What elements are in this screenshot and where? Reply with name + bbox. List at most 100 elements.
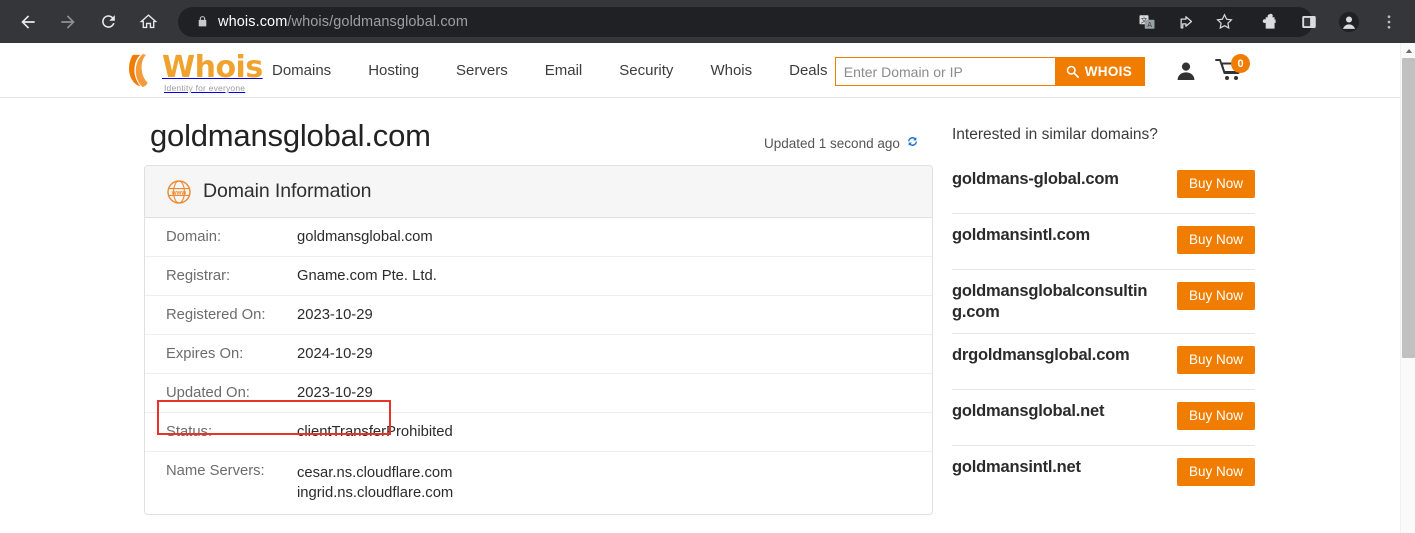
profile-button[interactable] <box>1334 7 1364 37</box>
nav-item-whois[interactable]: Whois <box>710 62 752 79</box>
scrollbar-up-arrow[interactable] <box>1401 43 1415 58</box>
similar-domains-panel: Interested in similar domains? goldmans-… <box>952 126 1255 502</box>
whois-search-button[interactable]: WHOIS <box>1054 57 1145 86</box>
scrollbar-thumb[interactable] <box>1402 58 1415 358</box>
row-value: 2023-10-29 <box>297 307 373 323</box>
site-header: Whois Identity for everyone Domains Host… <box>0 43 1400 98</box>
nav-item-security[interactable]: Security <box>619 62 673 79</box>
similar-domain-name[interactable]: goldmansglobal.net <box>952 401 1152 422</box>
main-nav: Domains Hosting Servers Email Security W… <box>272 43 864 98</box>
arrow-right-icon <box>61 14 75 29</box>
updated-status-text: Updated 1 second ago <box>764 135 900 151</box>
card-title: Domain Information <box>203 180 372 202</box>
arrow-left-icon <box>21 14 35 29</box>
similar-domain-name[interactable]: goldmansintl.com <box>952 225 1152 246</box>
card-header: www Domain Information <box>145 166 932 218</box>
similar-domain-name[interactable]: goldmansintl.net <box>952 457 1152 478</box>
url-host: whois.com <box>218 13 288 30</box>
buy-now-button[interactable]: Buy Now <box>1176 458 1255 486</box>
home-icon <box>139 14 157 29</box>
list-item: goldmansintl.com Buy Now <box>952 214 1255 270</box>
row-key: Status: <box>166 424 213 440</box>
reload-icon <box>101 15 115 28</box>
buy-now-button[interactable]: Buy Now <box>1176 402 1255 430</box>
buy-now-button[interactable]: Buy Now <box>1176 170 1255 198</box>
list-item: drgoldmansglobal.com Buy Now <box>952 334 1255 390</box>
nav-item-email[interactable]: Email <box>545 62 583 79</box>
similar-domain-name[interactable]: drgoldmansglobal.com <box>952 345 1152 366</box>
share-button[interactable] <box>1172 7 1202 37</box>
table-row: Registrar: Gname.com Pte. Ltd. <box>145 257 932 296</box>
account-button[interactable] <box>1174 59 1198 83</box>
list-item: goldmansglobalconsulting.com Buy Now <box>952 270 1255 334</box>
translate-icon: 文 A <box>1139 14 1155 28</box>
row-value: cesar.ns.cloudflare.com ingrid.ns.cloudf… <box>297 452 932 515</box>
search-icon <box>1066 65 1079 78</box>
bookmark-button[interactable] <box>1207 6 1241 37</box>
buy-now-button[interactable]: Buy Now <box>1176 226 1255 254</box>
extensions-button[interactable] <box>1254 7 1284 37</box>
row-key: Updated On: <box>166 385 250 401</box>
logo-wordmark: Whois <box>162 50 263 85</box>
translate-button[interactable]: 文 A <box>1132 7 1162 37</box>
domain-information-card: www Domain Information Domain: goldmansg… <box>144 165 933 515</box>
list-item: goldmans-global.com Buy Now <box>952 158 1255 214</box>
row-value: Gname.com Pte. Ltd. <box>297 268 437 284</box>
cart-button[interactable]: 0 <box>1215 54 1255 89</box>
home-button[interactable] <box>132 6 164 38</box>
refresh-icon <box>907 137 917 146</box>
buy-now-button[interactable]: Buy Now <box>1176 282 1255 310</box>
extensions-icon <box>1262 13 1276 29</box>
side-panel-button[interactable] <box>1294 7 1324 37</box>
nav-item-servers[interactable]: Servers <box>456 62 508 79</box>
browser-toolbar: whois.com/whois/goldmansglobal.com 文 A <box>0 0 1415 43</box>
browser-toolbar-actions: 文 A <box>1127 0 1415 43</box>
nav-item-domains[interactable]: Domains <box>272 62 331 79</box>
star-icon <box>1215 13 1233 30</box>
chevron-up-icon <box>1405 48 1412 53</box>
user-icon <box>1177 62 1195 80</box>
back-button[interactable] <box>12 6 44 38</box>
list-item: goldmansintl.net Buy Now <box>952 446 1255 502</box>
similar-domain-name[interactable]: goldmansglobalconsulting.com <box>952 281 1152 323</box>
profile-icon <box>1338 11 1360 32</box>
search-input[interactable] <box>834 57 1055 86</box>
similar-domain-name[interactable]: goldmans-global.com <box>952 169 1152 190</box>
more-menu-button[interactable] <box>1374 7 1404 37</box>
refresh-button[interactable] <box>905 134 920 152</box>
browser-nav-buttons <box>0 6 168 38</box>
row-key: Registrar: <box>166 268 231 284</box>
url-path: /whois/goldmansglobal.com <box>287 13 469 30</box>
row-key: Expires On: <box>166 346 244 362</box>
row-value: 2023-10-29 <box>297 385 373 401</box>
row-value: goldmansglobal.com <box>297 229 433 245</box>
similar-domains-title: Interested in similar domains? <box>952 126 1158 143</box>
url-text: whois.com/whois/goldmansglobal.com <box>218 14 468 30</box>
row-value: 2024-10-29 <box>297 346 373 362</box>
row-key: Name Servers: <box>166 463 265 479</box>
cart-count-badge: 0 <box>1231 54 1250 73</box>
share-icon <box>1180 16 1192 29</box>
table-row: Status: clientTransferProhibited <box>145 413 932 452</box>
table-row-registered-on: Registered On: 2023-10-29 <box>145 296 932 335</box>
nav-item-deals[interactable]: Deals <box>789 62 827 79</box>
table-row: Expires On: 2024-10-29 <box>145 335 932 374</box>
row-key: Domain: <box>166 229 222 245</box>
page-content: goldmansglobal.com Updated 1 second ago … <box>0 98 1400 533</box>
reload-button[interactable] <box>92 6 124 38</box>
more-menu-icon <box>1387 14 1391 29</box>
nav-item-hosting[interactable]: Hosting <box>368 62 419 79</box>
lock-icon <box>190 14 214 29</box>
vertical-scrollbar[interactable] <box>1400 43 1415 533</box>
svg-text:A: A <box>1147 20 1152 28</box>
header-search: WHOIS <box>834 57 1145 86</box>
table-row: Updated On: 2023-10-29 <box>145 374 932 413</box>
updated-status: Updated 1 second ago <box>764 134 920 152</box>
svg-text:www: www <box>171 189 187 196</box>
site-logo[interactable]: Whois Identity for everyone <box>126 52 263 93</box>
domain-info-table: Domain: goldmansglobal.com Registrar: Gn… <box>145 218 932 514</box>
table-row: Domain: goldmansglobal.com <box>145 218 932 257</box>
whois-search-button-label: WHOIS <box>1084 64 1132 79</box>
buy-now-button[interactable]: Buy Now <box>1176 346 1255 374</box>
forward-button[interactable] <box>52 6 84 38</box>
